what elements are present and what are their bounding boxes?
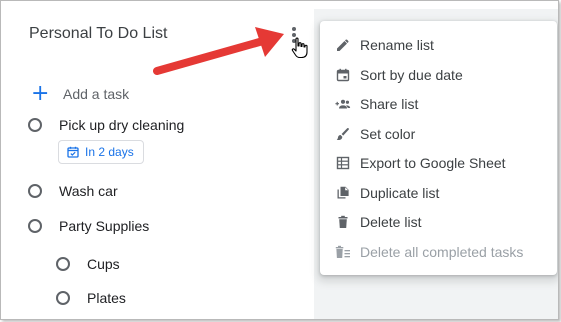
list-title: Personal To Do List	[29, 25, 168, 42]
subtask-label: Cups	[87, 256, 120, 272]
task-item[interactable]: Wash car	[28, 183, 118, 199]
menu-item-set-color[interactable]: Set color	[320, 119, 557, 149]
calendar-icon	[335, 67, 351, 83]
trash-icon	[335, 214, 351, 230]
menu-item-label: Export to Google Sheet	[360, 155, 506, 171]
task-item[interactable]: Pick up dry cleaning	[28, 117, 184, 133]
task-label: Wash car	[59, 183, 118, 199]
menu-item-label: Set color	[360, 126, 416, 142]
menu-item-label: Delete all completed tasks	[360, 244, 524, 260]
task-checkbox[interactable]	[28, 219, 42, 233]
brush-icon	[335, 126, 351, 142]
subtask-item[interactable]: Cups	[56, 256, 120, 272]
due-date-chip[interactable]: In 2 days	[58, 140, 144, 164]
subtask-checkbox[interactable]	[56, 291, 70, 305]
task-label: Party Supplies	[59, 218, 150, 234]
subtask-label: Plates	[87, 290, 126, 306]
add-task-label: Add a task	[63, 86, 130, 102]
due-date-label: In 2 days	[85, 145, 134, 159]
annotation-arrow-icon	[153, 27, 284, 75]
copy-icon	[335, 185, 351, 201]
menu-item-delete-list[interactable]: Delete list	[320, 207, 557, 237]
task-checkbox[interactable]	[28, 184, 42, 198]
screenshot-frame: Personal To Do List + Add a task Pick up…	[0, 0, 559, 320]
menu-item-rename-list[interactable]: Rename list	[320, 30, 557, 60]
menu-item-label: Share list	[360, 96, 419, 112]
plus-icon: +	[31, 81, 50, 106]
subtask-checkbox[interactable]	[56, 257, 70, 271]
task-checkbox[interactable]	[28, 118, 42, 132]
menu-item-label: Duplicate list	[360, 185, 440, 201]
menu-item-label: Rename list	[360, 37, 434, 53]
menu-item-sort-by-due-date[interactable]: Sort by due date	[320, 60, 557, 90]
menu-item-delete-all-completed-tasks[interactable]: Delete all completed tasks	[320, 237, 557, 267]
menu-item-label: Sort by due date	[360, 67, 463, 83]
share-people-icon	[335, 96, 351, 112]
pencil-icon	[335, 37, 351, 53]
calendar-check-icon	[67, 146, 79, 158]
add-task-button[interactable]: + Add a task	[31, 81, 130, 106]
subtask-item[interactable]: Plates	[56, 290, 126, 306]
trash-lines-icon	[335, 244, 351, 260]
menu-item-export-to-google-sheet[interactable]: Export to Google Sheet	[320, 148, 557, 178]
menu-item-label: Delete list	[360, 214, 422, 230]
hand-cursor-icon	[291, 37, 308, 59]
list-options-menu: Rename list Sort by due date Share list …	[320, 21, 557, 275]
sheet-icon	[335, 155, 351, 171]
menu-item-share-list[interactable]: Share list	[320, 89, 557, 119]
task-item[interactable]: Party Supplies	[28, 218, 149, 234]
menu-item-duplicate-list[interactable]: Duplicate list	[320, 178, 557, 208]
task-label: Pick up dry cleaning	[59, 117, 185, 133]
